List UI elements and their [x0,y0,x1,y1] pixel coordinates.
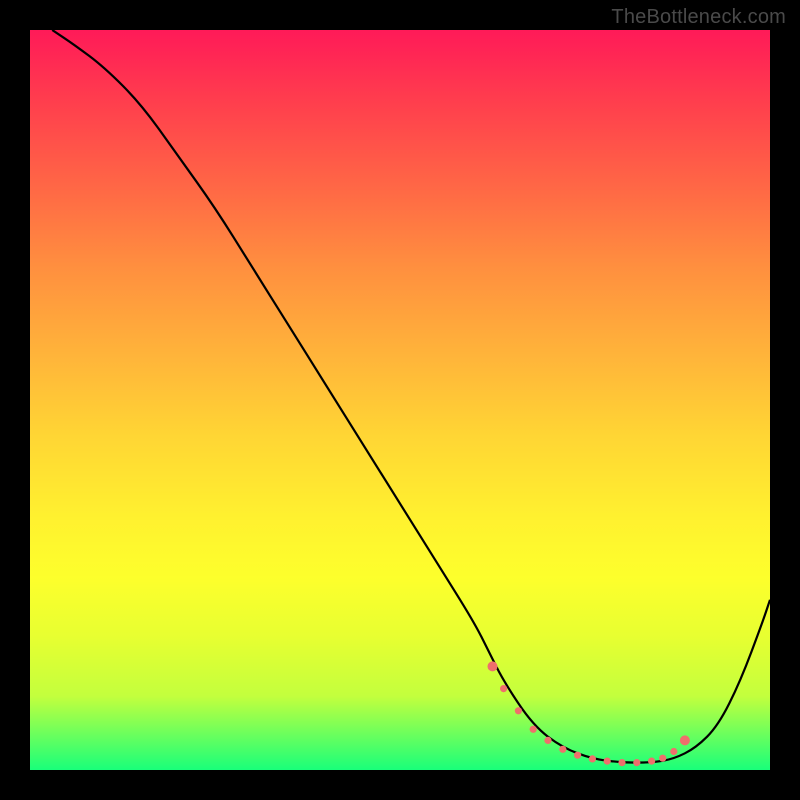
plot-area [30,30,770,770]
highlight-marker [618,759,625,766]
highlight-marker [544,737,551,744]
highlight-markers [488,661,690,766]
curve-svg [30,30,770,770]
highlight-marker [589,755,596,762]
highlight-marker [670,748,677,755]
highlight-marker [574,752,581,759]
chart-frame: TheBottleneck.com [0,0,800,800]
attribution-text: TheBottleneck.com [611,6,786,29]
highlight-marker [633,759,640,766]
highlight-marker [488,661,498,671]
bottleneck-curve-path [52,30,770,763]
highlight-marker [515,707,522,714]
highlight-marker [659,755,666,762]
highlight-marker [530,726,537,733]
highlight-marker [648,758,655,765]
highlight-marker [680,735,690,745]
highlight-marker [604,758,611,765]
highlight-marker [559,746,566,753]
highlight-marker [500,685,507,692]
